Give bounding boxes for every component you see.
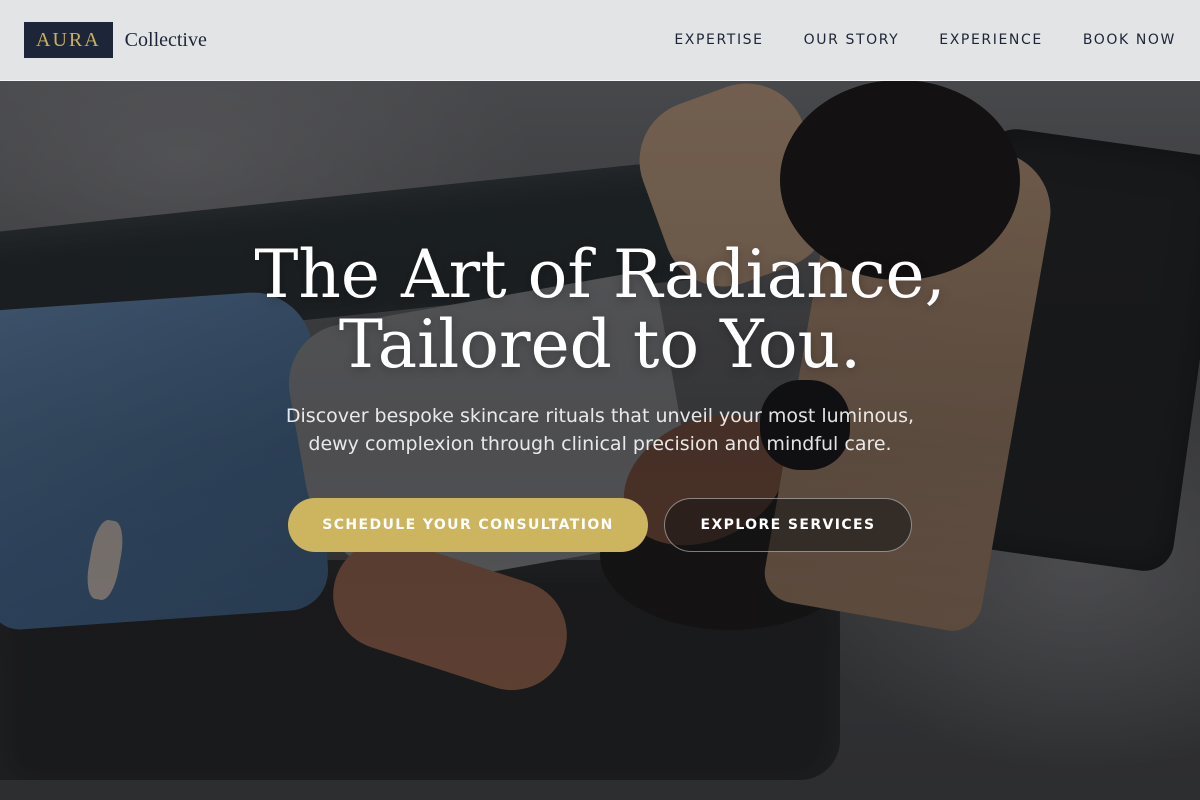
brand-logo[interactable]: AURA Collective: [24, 22, 207, 58]
hero-headline-line2: Tailored to You.: [338, 306, 862, 383]
nav-item-expertise[interactable]: EXPERTISE: [674, 32, 763, 48]
nav-item-experience[interactable]: EXPERIENCE: [939, 32, 1043, 48]
site-header: AURA Collective EXPERTISE OUR STORY EXPE…: [0, 0, 1200, 81]
hero-cta-group: SCHEDULE YOUR CONSULTATION EXPLORE SERVI…: [288, 498, 912, 552]
hero-subtext: Discover bespoke skincare rituals that u…: [285, 405, 915, 455]
nav-item-book-now[interactable]: BOOK NOW: [1083, 32, 1176, 48]
hero-section: The Art of Radiance, Tailored to You. Di…: [0, 240, 1200, 552]
hero-headline-line1: The Art of Radiance,: [254, 236, 946, 313]
hero-headline: The Art of Radiance, Tailored to You.: [254, 240, 945, 380]
logo-wordmark: Collective: [124, 28, 207, 51]
explore-services-button[interactable]: EXPLORE SERVICES: [664, 498, 912, 552]
nav-item-our-story[interactable]: OUR STORY: [804, 32, 900, 48]
main-nav: EXPERTISE OUR STORY EXPERIENCE BOOK NOW: [674, 32, 1176, 48]
logo-mark: AURA: [24, 22, 113, 58]
schedule-consultation-button[interactable]: SCHEDULE YOUR CONSULTATION: [288, 498, 648, 552]
